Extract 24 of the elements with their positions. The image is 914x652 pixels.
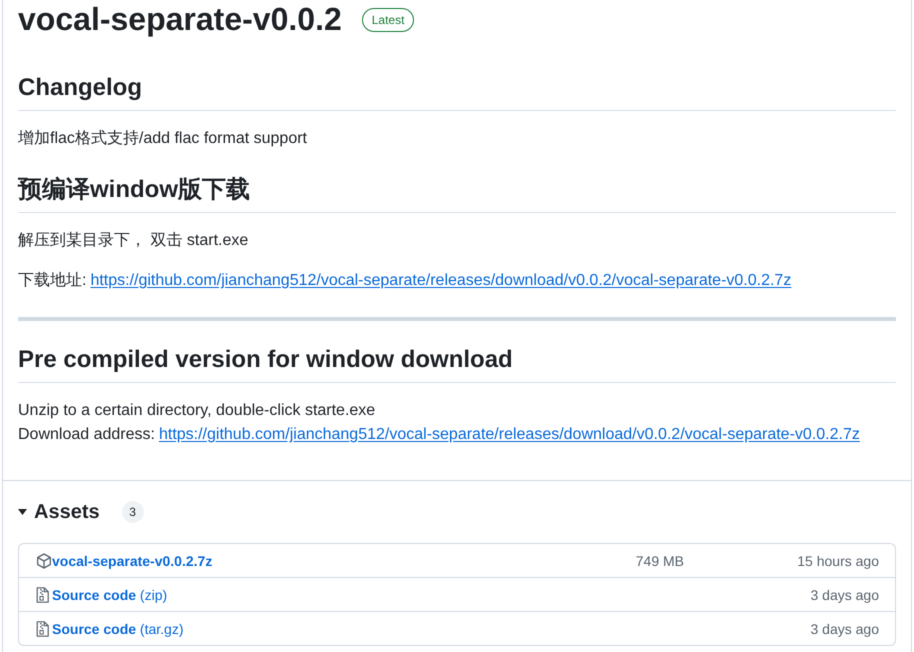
zip-file-icon <box>36 586 49 602</box>
asset-date: 15 hours ago <box>797 552 879 568</box>
latest-badge: Latest <box>362 8 414 32</box>
asset-count: 3 <box>122 501 144 523</box>
package-icon <box>36 552 52 568</box>
asset-link[interactable]: Source code (tar.gz) <box>52 620 184 636</box>
body-text: 增加flac格式支持/add flac format support <box>18 128 308 149</box>
asset-date: 3 days ago <box>810 620 879 636</box>
body-text: 解压到某目录下， 双击 start.exe <box>18 230 250 251</box>
asset-size: 749 MB <box>636 552 684 568</box>
section-heading: Changelog <box>18 73 896 111</box>
caret-icon[interactable] <box>18 509 27 515</box>
asset-link[interactable]: Source code (zip) <box>52 586 168 602</box>
download-link[interactable]: https://github.com/jianchang512/vocal-separate/releases/download/v0.0.2/vocal-separate-v0.0.2.7z <box>90 272 792 289</box>
zip-file-icon <box>36 620 49 636</box>
section-heading: Pre compiled version for window download <box>18 345 896 383</box>
asset-date: 3 days ago <box>810 586 879 602</box>
body-text: 下载地址: https://github.com/jianchang512/vocal-separate/releases/download/v0.0.2/vocal-separate-v0.0.2.7z <box>18 270 792 291</box>
assets-heading[interactable]: Assets <box>34 497 100 527</box>
download-link[interactable]: https://github.com/jianchang512/vocal-separate/releases/download/v0.0.2/vocal-separate-v0.0.2.7z <box>158 426 860 443</box>
body-text: Unzip to a certain directory, double-click starte.exe Download address: https://github.com/jianchang512/vocal-separate/releases/download/v0.0.2/vocal-separate-v0.0.2.7z <box>18 401 861 445</box>
asset-link[interactable]: vocal-separate-v0.0.2.7z <box>52 552 212 568</box>
release-title: vocal-separate-v0.0.2 <box>18 0 342 39</box>
section-heading: 预编译window版下载 <box>18 175 896 213</box>
